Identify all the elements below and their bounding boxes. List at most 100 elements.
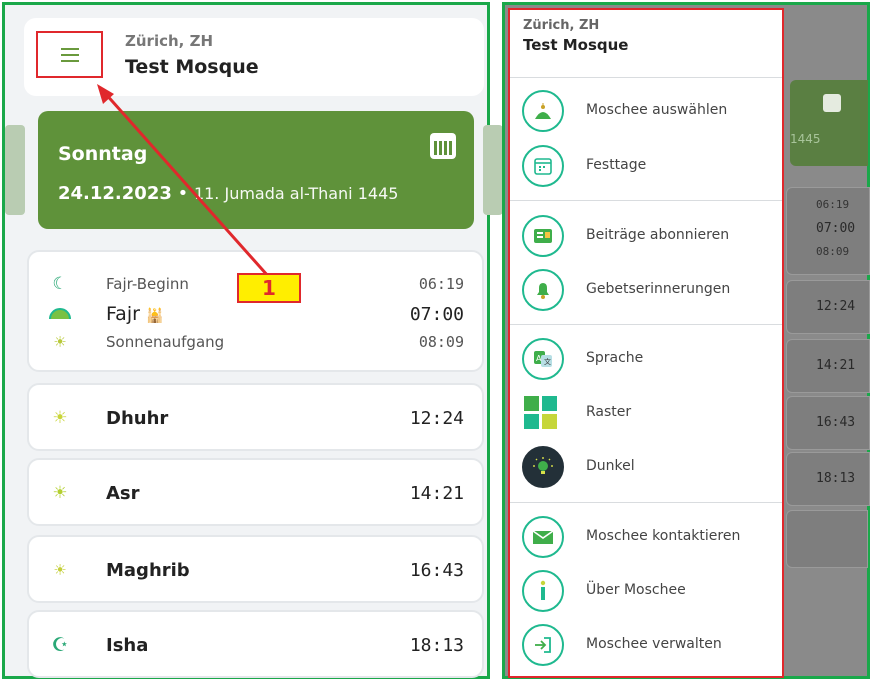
bg-time: 08:09 <box>816 245 850 258</box>
prayer-row: ☀ Sonnenaufgang 08:09 <box>29 330 482 354</box>
prayer-time: 07:00 <box>409 303 464 325</box>
sun-icon: ☀ <box>52 483 68 503</box>
bg-time: 12:24 <box>816 299 856 314</box>
prayer-time: 08:09 <box>418 333 464 351</box>
translate-icon: A文 <box>522 338 564 380</box>
menu-item-label: Moschee auswählen <box>586 102 728 118</box>
prayer-time: 18:13 <box>409 634 464 656</box>
next-day-card[interactable] <box>483 125 503 215</box>
menu-item-holidays[interactable]: Festtage <box>522 145 782 187</box>
menu-item-language[interactable]: A文 Sprache <box>522 338 782 380</box>
bulb-icon <box>522 446 564 488</box>
bg-prayer-card: 18:13 <box>786 452 870 506</box>
crescent-icon: ☾ <box>52 274 68 294</box>
bg-prayer-card: 14:21 <box>786 339 870 393</box>
prayer-row: Fajr 🕌 07:00 <box>29 302 482 326</box>
prayer-row: ☪ Isha 18:13 <box>29 633 482 657</box>
bg-time: 16:43 <box>816 415 856 430</box>
date-card[interactable]: Sonntag 24.12.2023 • 11. Jumada al-Thani… <box>38 111 474 229</box>
info-icon <box>522 570 564 612</box>
svg-text:文: 文 <box>544 357 551 366</box>
menu-item-label: Über Moschee <box>586 582 686 598</box>
menu-item-label: Beiträge abonnieren <box>586 227 730 243</box>
prayer-time: 06:19 <box>418 275 464 293</box>
drawer-city: Zürich, ZH <box>523 18 600 33</box>
prayer-card-asr: ☀ Asr 14:21 <box>27 458 484 526</box>
bg-time: 14:21 <box>816 358 856 373</box>
bg-prayer-card: 16:43 <box>786 396 870 450</box>
login-icon <box>522 624 564 666</box>
menu-item-dark-mode[interactable]: Dunkel <box>522 446 782 488</box>
navigation-drawer: Zürich, ZH Test Mosque Moschee auswählen… <box>508 8 784 678</box>
mosque-icon: 🕌 <box>145 308 164 324</box>
sunset-icon: ☀ <box>53 561 67 579</box>
location-city: Zürich, ZH <box>125 32 214 50</box>
menu-item-subscribe[interactable]: Beiträge abonnieren <box>522 215 782 257</box>
menu-item-contact[interactable]: Moschee kontaktieren <box>522 516 782 558</box>
bg-time: 06:19 <box>816 198 850 211</box>
drawer-mosque-name: Test Mosque <box>523 36 629 54</box>
weekday: Sonntag <box>58 143 148 165</box>
menu-button[interactable] <box>36 31 103 78</box>
dawn-icon <box>49 303 71 325</box>
menu-item-grid[interactable]: Raster <box>522 392 782 434</box>
bg-date-card: 1445 <box>790 80 868 166</box>
bg-prayer-card: 12:24 <box>786 280 870 334</box>
mosque-name: Test Mosque <box>125 56 259 78</box>
mail-icon <box>522 516 564 558</box>
hijri-date: 11. Jumada al-Thani 1445 <box>193 184 399 203</box>
menu-item-label: Gebetserinnerungen <box>586 281 731 297</box>
menu-item-label: Festtage <box>586 157 647 173</box>
prayer-name: Fajr 🕌 <box>106 303 164 325</box>
prayer-name: Maghrib <box>106 559 190 581</box>
bell-icon <box>522 269 564 311</box>
calendar-icon <box>522 145 564 187</box>
prayer-row: ☀ Asr 14:21 <box>29 481 482 505</box>
menu-item-about[interactable]: Über Moschee <box>522 570 782 612</box>
prayer-card-dhuhr: ☀ Dhuhr 12:24 <box>27 383 484 451</box>
bg-calendar-icon <box>823 94 841 112</box>
mosque-icon <box>522 90 564 132</box>
prev-day-card[interactable] <box>5 125 25 215</box>
prayer-card-isha: ☪ Isha 18:13 <box>27 610 484 678</box>
gregorian-date: 24.12.2023 <box>58 183 172 204</box>
date-separator: • <box>171 183 194 204</box>
divider <box>510 200 782 201</box>
prayer-name: Fajr-Beginn <box>106 275 189 293</box>
prayer-card-maghrib: ☀ Maghrib 16:43 <box>27 535 484 603</box>
fajr-card: ☾ Fajr-Beginn 06:19 Fajr 🕌 07:00 ☀ Sonne… <box>27 250 484 372</box>
calendar-icon[interactable] <box>430 133 456 159</box>
bg-fajr-card: 06:19 07:00 08:09 <box>786 187 870 275</box>
menu-item-select-mosque[interactable]: Moschee auswählen <box>522 90 782 132</box>
prayer-name: Sonnenaufgang <box>106 333 225 351</box>
divider <box>510 77 782 78</box>
prayer-time: 12:24 <box>409 407 464 429</box>
menu-item-reminders[interactable]: Gebetserinnerungen <box>522 269 782 311</box>
prayer-row: ☀ Dhuhr 12:24 <box>29 406 482 430</box>
prayer-time: 14:21 <box>409 482 464 504</box>
grid-icon <box>524 396 558 430</box>
prayer-name: Asr <box>106 482 140 504</box>
bg-time: 07:00 <box>816 221 856 236</box>
date-line: 24.12.2023 • 11. Jumada al-Thani 1445 <box>58 183 398 204</box>
menu-item-label: Moschee verwalten <box>586 636 722 652</box>
news-icon <box>522 215 564 257</box>
crescent-star-icon: ☪ <box>51 634 69 656</box>
bg-hijri-year: 1445 <box>790 132 821 146</box>
svg-text:A: A <box>536 354 542 363</box>
hamburger-icon <box>60 47 79 62</box>
bg-empty-card <box>786 510 868 568</box>
sunrise-icon: ☀ <box>53 333 67 351</box>
menu-item-label: Sprache <box>586 350 644 366</box>
annotation-label: 1 <box>237 273 301 303</box>
menu-item-label: Dunkel <box>586 458 635 474</box>
menu-item-label: Raster <box>586 404 632 420</box>
prayer-name: Isha <box>106 634 149 656</box>
prayer-name: Dhuhr <box>106 407 169 429</box>
menu-item-label: Moschee kontaktieren <box>586 528 741 544</box>
divider <box>510 324 782 325</box>
prayer-row: ☀ Maghrib 16:43 <box>29 558 482 582</box>
divider <box>510 502 782 503</box>
bg-time: 18:13 <box>816 471 856 486</box>
menu-item-manage[interactable]: Moschee verwalten <box>522 624 782 666</box>
